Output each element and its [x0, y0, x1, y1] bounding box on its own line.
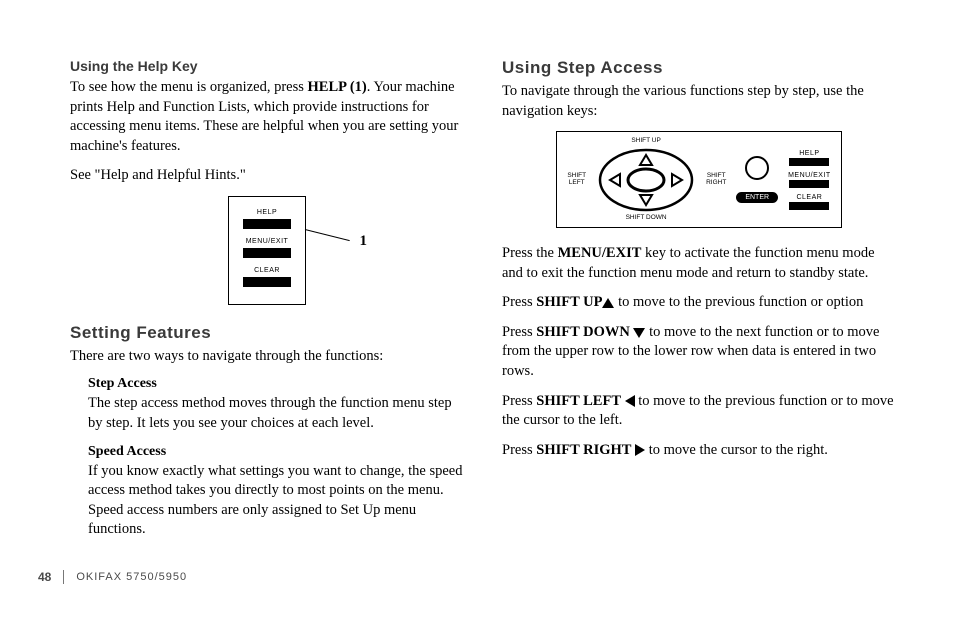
dpad-icon — [596, 145, 696, 215]
help-button-label: HELP — [243, 209, 291, 216]
shift-up-paragraph: Press SHIFT UP to move to the previous f… — [502, 293, 896, 313]
enter-ring-icon — [745, 156, 769, 180]
footer-divider — [63, 570, 64, 584]
direction-pad: SHIFT UP SHIFT DOWN — [596, 138, 696, 221]
text: to move to the previous function or opti… — [614, 294, 863, 310]
shift-left-label: SHIFT LEFT — [567, 173, 586, 186]
enter-label: ENTER — [736, 192, 778, 203]
shift-down-paragraph: Press SHIFT DOWN to move to the next fun… — [502, 323, 896, 382]
triangle-down-icon — [633, 328, 645, 338]
nav-panel: SHIFT LEFT SHIFT UP SHIFT DOWN SHIFT RIG… — [556, 131, 841, 228]
text: Press the — [502, 245, 558, 261]
callout-number: 1 — [360, 233, 368, 250]
text: To see how the menu is organized, press — [70, 79, 308, 95]
menu-exit-bold: MENU/EXIT — [558, 245, 642, 261]
left-column: Using the Help Key To see how the menu i… — [70, 58, 464, 550]
speed-access-label: Speed Access — [88, 444, 464, 460]
using-step-access-intro: To navigate through the various function… — [502, 82, 896, 121]
help-key-bold: HELP (1) — [308, 79, 367, 95]
triangle-right-icon — [635, 444, 645, 456]
text: Press — [502, 324, 536, 340]
help-button-icon — [243, 219, 291, 229]
figure-1: HELP MENU/EXIT CLEAR 1 — [70, 196, 464, 305]
step-access-block: Step Access The step access method moves… — [70, 376, 464, 539]
page-number: 48 — [38, 570, 51, 584]
figure-2: SHIFT LEFT SHIFT UP SHIFT DOWN SHIFT RIG… — [502, 131, 896, 228]
right-column: Using Step Access To navigate through th… — [502, 58, 896, 550]
shift-right-paragraph: Press SHIFT RIGHT to move the cursor to … — [502, 441, 896, 461]
model-name: OKIFAX 5750/5950 — [76, 571, 187, 583]
enter-block: ENTER — [736, 156, 778, 203]
setting-features-intro: There are two ways to navigate through t… — [70, 347, 464, 367]
setting-features-heading: Setting Features — [70, 323, 464, 343]
text: Press — [502, 294, 536, 310]
help-label: HELP — [799, 150, 819, 157]
text: Press — [502, 442, 536, 458]
page-footer: 48 OKIFAX 5750/5950 — [38, 570, 187, 584]
triangle-left-icon — [625, 395, 635, 407]
clear-button-label: CLEAR — [243, 267, 291, 274]
text: Press — [502, 393, 536, 409]
shift-down-label: SHIFT DOWN — [626, 215, 667, 222]
button-panel: HELP MENU/EXIT CLEAR 1 — [228, 196, 306, 305]
help-key-paragraph-2: See "Help and Helpful Hints." — [70, 166, 464, 186]
clear-button-icon — [789, 202, 829, 210]
speed-access-text: If you know exactly what settings you wa… — [88, 462, 464, 540]
right-button-stack: HELP MENU/EXIT CLEAR — [788, 150, 831, 210]
menu-exit-button-label: MENU/EXIT — [243, 238, 291, 245]
help-key-paragraph-1: To see how the menu is organized, press … — [70, 78, 464, 156]
shift-up-bold: SHIFT UP — [536, 294, 602, 310]
menu-exit-button-icon — [789, 180, 829, 188]
using-step-access-heading: Using Step Access — [502, 58, 896, 78]
shift-left-bold: SHIFT LEFT — [536, 393, 621, 409]
clear-button-icon — [243, 277, 291, 287]
menu-exit-paragraph: Press the MENU/EXIT key to activate the … — [502, 244, 896, 283]
step-access-label: Step Access — [88, 376, 464, 392]
shift-left-paragraph: Press SHIFT LEFT to move to the previous… — [502, 392, 896, 431]
shift-right-label: SHIFT RIGHT — [706, 173, 726, 186]
shift-down-bold: SHIFT DOWN — [536, 324, 630, 340]
text: to move the cursor to the right. — [645, 442, 828, 458]
clear-label: CLEAR — [796, 194, 822, 201]
triangle-up-icon — [602, 298, 614, 308]
step-access-text: The step access method moves through the… — [88, 394, 464, 433]
menu-exit-button-icon — [243, 248, 291, 258]
menu-exit-label: MENU/EXIT — [788, 172, 831, 179]
help-button-icon — [789, 158, 829, 166]
callout-line — [305, 229, 350, 241]
shift-right-bold: SHIFT RIGHT — [536, 442, 631, 458]
help-key-heading: Using the Help Key — [70, 58, 464, 74]
